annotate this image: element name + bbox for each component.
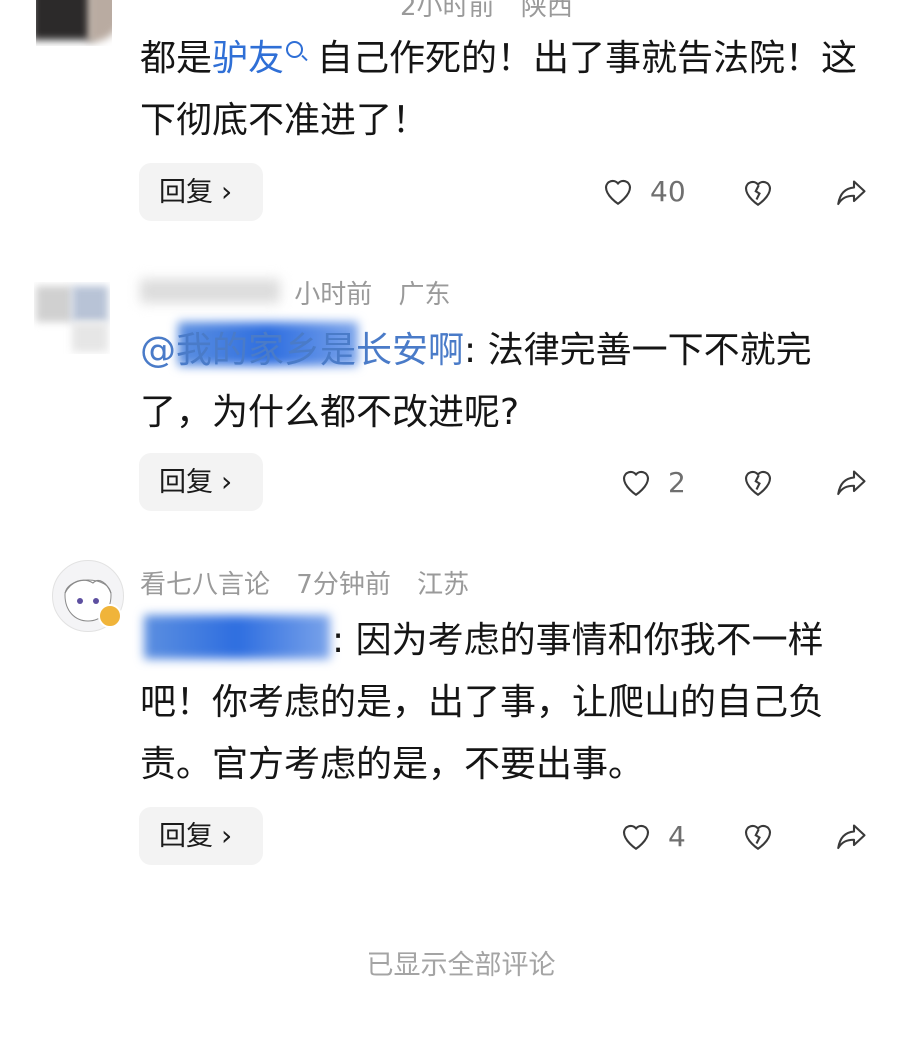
all-comments-shown: 已显示全部评论 [366,950,556,981]
like-count: 4 [668,819,686,853]
comment-body: @我的家乡是长安啊: 法律完善一下不就完了，为什么都不改进呢? [140,330,812,433]
share-icon[interactable] [832,818,870,854]
avatar[interactable] [36,0,112,46]
share-icon[interactable] [832,174,870,210]
mention-link[interactable]: @我的家乡是长安啊 [140,330,464,371]
comment-username[interactable]: 看七八言论 [140,570,270,600]
comment-time: 小时前 [294,280,373,310]
chevron-right-icon: › [221,465,233,498]
comment-location: 广东 [398,280,451,310]
search-icon[interactable] [286,41,304,58]
level-badge [98,604,122,628]
chevron-right-icon: › [221,819,233,852]
chevron-right-icon: › [221,175,233,208]
like-button[interactable]: 2 [618,464,686,500]
reply-button[interactable]: 回复 › [139,163,263,221]
comment-location: 江苏 [417,570,470,600]
comment-meta: 小时前 广东 [140,274,469,311]
heart-icon [622,824,650,851]
like-count: 40 [650,174,686,208]
comment-time: 2小时前 [400,0,495,22]
like-button[interactable]: 4 [618,818,686,854]
broken-heart-icon[interactable] [740,174,776,210]
share-icon[interactable] [832,464,870,500]
heart-icon [604,179,632,206]
comment-location: 陕西 [520,0,573,22]
heart-icon [622,470,650,497]
like-button[interactable]: 40 [600,173,686,209]
comment-meta: 2小时前 陕西 [140,0,591,23]
keyword-link[interactable]: 驴友 [212,38,284,79]
username-blurred[interactable] [140,279,280,303]
comment-time: 7分钟前 [296,570,391,600]
avatar[interactable] [34,282,110,354]
comment-body: : 因为考虑的事情和你我不一样吧！你考虑的是，出了事，让爬山的自己负责。官方考虑… [140,620,825,785]
reply-button[interactable]: 回复 › [139,807,263,865]
reply-button[interactable]: 回复 › [139,453,263,511]
broken-heart-icon[interactable] [740,464,776,500]
comment-body: 都是驴友 自己作死的！出了事就告法院！这下彻底不准进了！ [140,38,858,141]
like-count: 2 [668,465,686,499]
broken-heart-icon[interactable] [740,818,776,854]
comment-meta: 看七八言论 7分钟前 江苏 [140,564,487,601]
